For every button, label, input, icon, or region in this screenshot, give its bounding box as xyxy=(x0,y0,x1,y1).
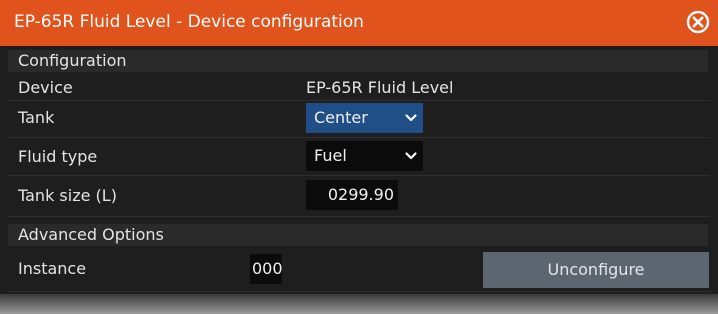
chevron-down-icon xyxy=(405,152,417,160)
close-button[interactable] xyxy=(686,10,710,34)
advanced-options-section-title: Advanced Options xyxy=(18,225,164,244)
tank-dropdown[interactable]: Center xyxy=(306,103,423,133)
bottom-shadow xyxy=(0,294,718,314)
tank-size-input[interactable]: 0299.90 xyxy=(306,180,398,210)
row-divider xyxy=(8,100,710,101)
configuration-section-title: Configuration xyxy=(18,51,127,70)
instance-value: 000 xyxy=(252,259,283,278)
chevron-down-icon xyxy=(405,114,417,122)
fluid-type-dropdown[interactable]: Fuel xyxy=(306,141,423,171)
device-label: Device xyxy=(18,78,73,97)
fluid-type-label: Fluid type xyxy=(18,147,98,166)
fluid-type-dropdown-value: Fuel xyxy=(314,146,347,165)
tank-size-label: Tank size (L) xyxy=(18,186,117,205)
tank-size-value: 0299.90 xyxy=(327,185,394,204)
row-divider xyxy=(8,216,710,217)
unconfigure-button[interactable]: Unconfigure xyxy=(483,252,709,288)
instance-label: Instance xyxy=(18,259,87,278)
dialog-titlebar: EP-65R Fluid Level - Device configuratio… xyxy=(0,0,718,46)
tank-label: Tank xyxy=(18,108,55,127)
row-divider xyxy=(8,175,710,176)
configuration-section-header: Configuration xyxy=(8,50,708,72)
device-configuration-dialog: EP-65R Fluid Level - Device configuratio… xyxy=(0,0,718,302)
device-value: EP-65R Fluid Level xyxy=(306,78,454,97)
close-circle-icon xyxy=(686,10,710,34)
row-divider xyxy=(8,291,710,292)
dialog-title: EP-65R Fluid Level - Device configuratio… xyxy=(14,12,364,32)
instance-input[interactable]: 000 xyxy=(250,254,283,284)
advanced-options-section-header: Advanced Options xyxy=(8,224,708,246)
row-divider xyxy=(8,137,710,138)
tank-dropdown-value: Center xyxy=(314,108,368,127)
